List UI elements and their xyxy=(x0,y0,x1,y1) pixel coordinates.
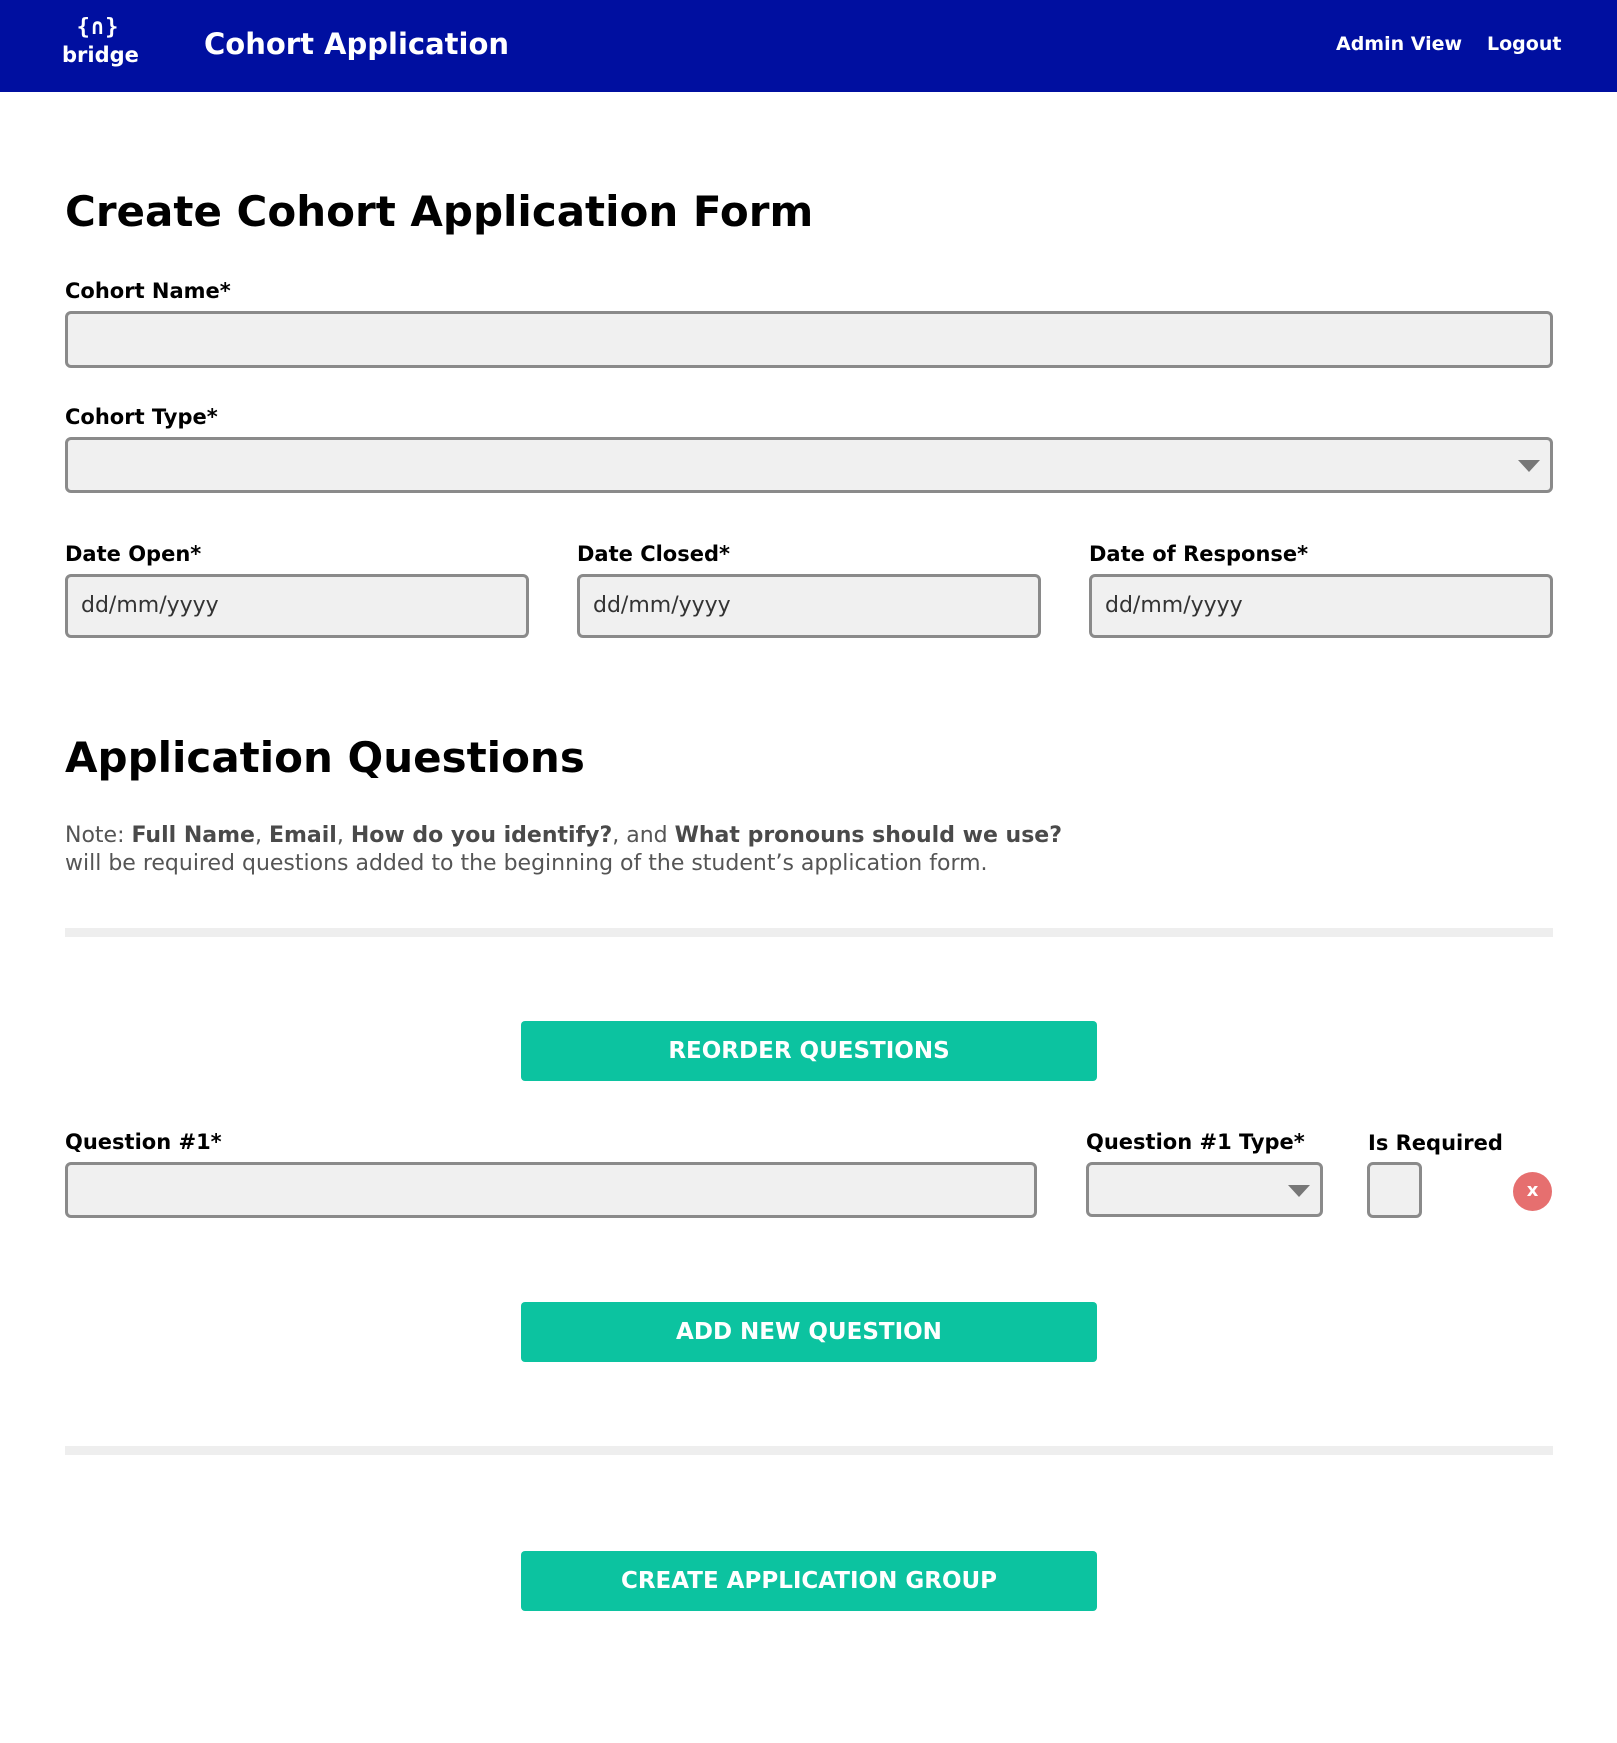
note-sep: , xyxy=(254,823,269,848)
questions-heading: Application Questions xyxy=(65,733,585,782)
top-nav-bar: {∩} bridge Cohort Application Admin View… xyxy=(0,0,1617,92)
date-closed-input[interactable]: dd/mm/yyyy xyxy=(577,574,1041,638)
date-response-placeholder: dd/mm/yyyy xyxy=(1105,593,1243,618)
note-sep: , and xyxy=(612,823,675,848)
cohort-name-label: Cohort Name* xyxy=(65,279,231,303)
section-divider xyxy=(65,1446,1553,1455)
admin-view-link[interactable]: Admin View xyxy=(1336,30,1462,58)
note-pronouns: What pronouns should we use? xyxy=(674,823,1062,848)
section-divider xyxy=(65,928,1553,937)
add-new-question-button[interactable]: ADD NEW QUESTION xyxy=(521,1302,1097,1362)
date-closed-label: Date Closed* xyxy=(577,542,730,566)
cohort-type-label: Cohort Type* xyxy=(65,405,218,429)
date-response-input[interactable]: dd/mm/yyyy xyxy=(1089,574,1553,638)
date-response-label: Date of Response* xyxy=(1089,542,1309,566)
page-title: Create Cohort Application Form xyxy=(65,187,814,236)
note-suffix: will be required questions added to the … xyxy=(65,851,988,876)
bridge-logo-icon: {∩} xyxy=(76,15,120,40)
date-open-label: Date Open* xyxy=(65,542,202,566)
required-questions-note: Note: Full Name, Email, How do you ident… xyxy=(65,822,1165,878)
logo-text: bridge xyxy=(62,43,139,67)
app-title: Cohort Application xyxy=(204,27,510,61)
is-required-checkbox[interactable] xyxy=(1367,1162,1422,1218)
chevron-down-icon xyxy=(1288,1185,1310,1197)
create-application-group-button[interactable]: CREATE APPLICATION GROUP xyxy=(521,1551,1097,1611)
chevron-down-icon xyxy=(1518,460,1540,472)
close-icon: x xyxy=(1526,1180,1539,1201)
note-sep: , xyxy=(336,823,351,848)
note-prefix: Note: xyxy=(65,823,132,848)
date-open-input[interactable]: dd/mm/yyyy xyxy=(65,574,529,638)
cohort-type-select[interactable] xyxy=(65,437,1553,493)
note-email: Email xyxy=(268,823,337,848)
reorder-questions-button[interactable]: REORDER QUESTIONS xyxy=(521,1021,1097,1081)
logout-link[interactable]: Logout xyxy=(1487,30,1561,58)
cohort-name-input[interactable] xyxy=(65,311,1553,368)
remove-question-button[interactable]: x xyxy=(1513,1172,1552,1211)
note-full-name: Full Name xyxy=(131,823,255,848)
note-identify: How do you identify? xyxy=(350,823,613,848)
question-1-input[interactable] xyxy=(65,1162,1037,1218)
date-open-placeholder: dd/mm/yyyy xyxy=(81,593,219,618)
date-closed-placeholder: dd/mm/yyyy xyxy=(593,593,731,618)
question-1-label: Question #1* xyxy=(65,1130,222,1154)
question-1-type-select[interactable] xyxy=(1086,1162,1323,1217)
question-1-type-label: Question #1 Type* xyxy=(1086,1130,1305,1154)
is-required-label: Is Required xyxy=(1368,1131,1503,1155)
bridge-logo[interactable]: {∩} bridge xyxy=(62,15,139,72)
